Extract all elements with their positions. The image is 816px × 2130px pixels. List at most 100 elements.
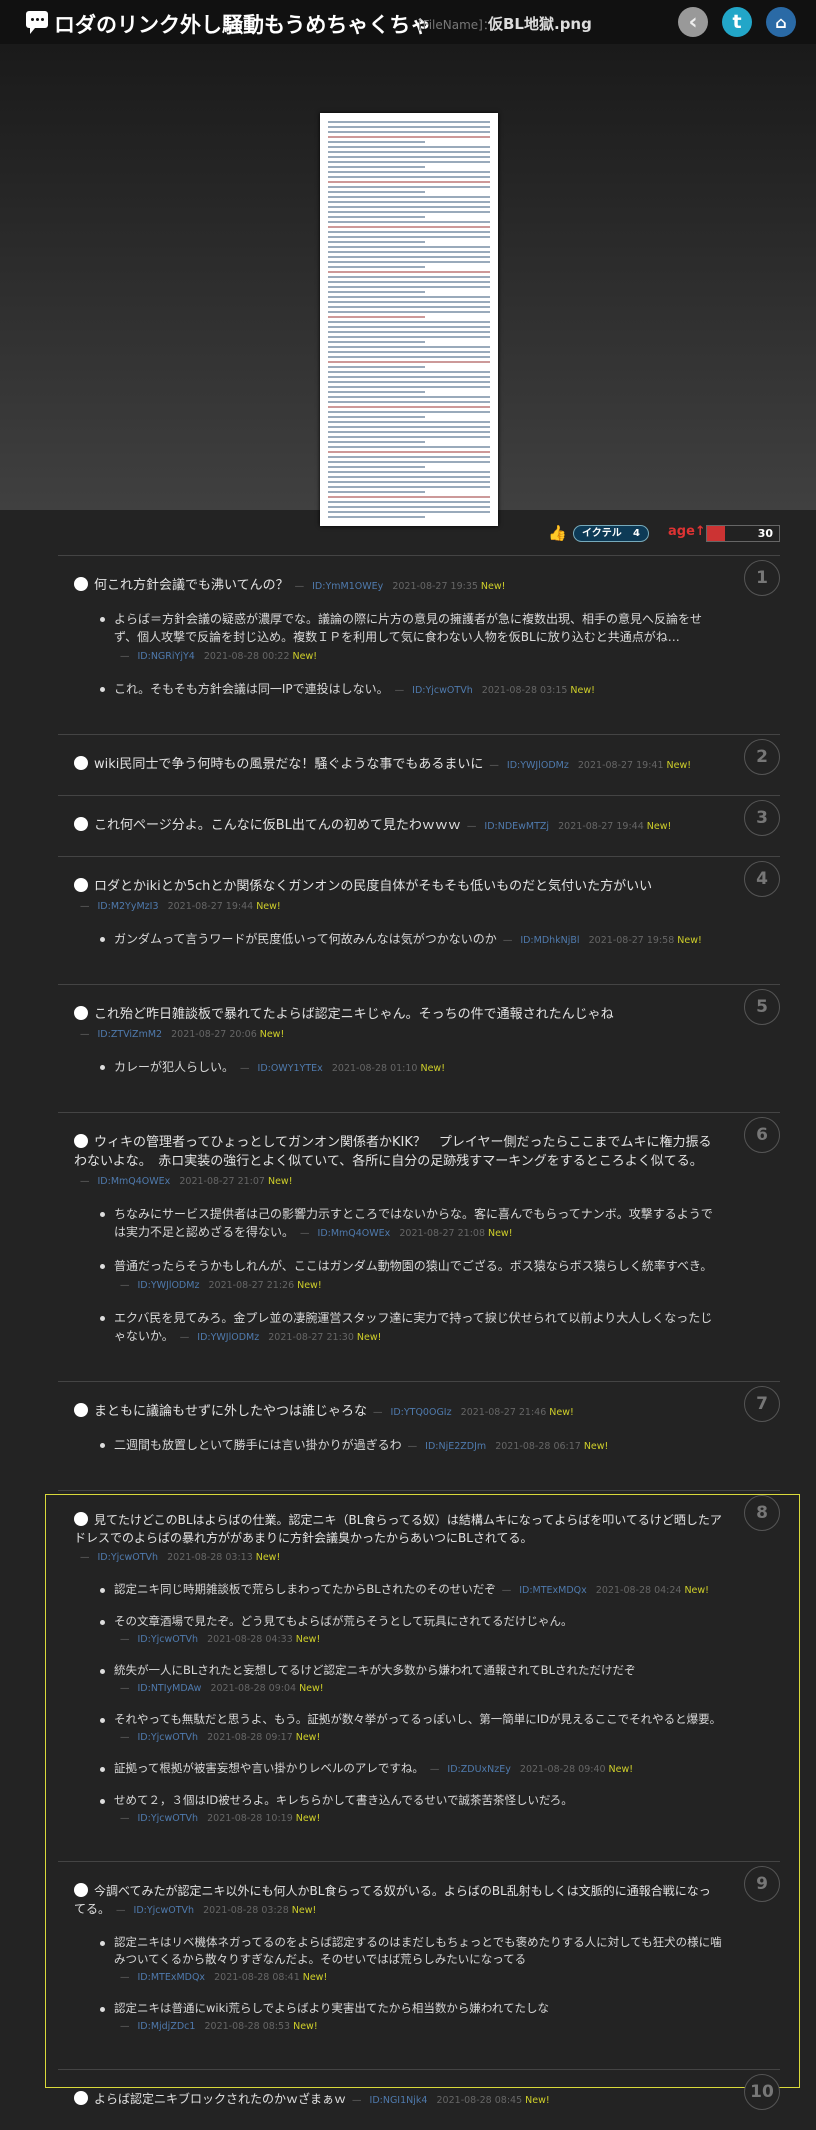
reply-item: カレーが犯人らしい。 — ID:OWY1YTEx 2021-08-28 01:10 N… [100,1058,722,1078]
post-number[interactable]: 10 [744,2074,780,2110]
post-number[interactable]: 7 [744,1386,780,1422]
reply-id[interactable]: ID:YjcwOTVh [412,685,473,696]
post-number[interactable]: 3 [744,800,780,836]
reply-id[interactable]: ID:YjcwOTVh [138,1634,199,1645]
post-id[interactable]: ID:YTQ0OGIz [391,1407,452,1418]
reply-id[interactable]: ID:OWY1YTEx [258,1063,323,1074]
post-text: ウィキの管理者ってひょっとしてガンオン関係者かKIK？ プレイヤー側だったらここ… [74,1135,712,1169]
reply-id[interactable]: ID:NTIyMDAw [138,1683,202,1694]
new-badge: New! [291,1905,317,1916]
reply-meta: — ID:MDhkNjBl 2021-08-27 19:58 New! [502,935,702,946]
reply-id[interactable]: ID:NjE2ZDJm [425,1441,486,1452]
reply-id[interactable]: ID:MmQ4OWEx [318,1228,391,1239]
reply-id[interactable]: ID:MTExMDQx [519,1585,587,1596]
reply-id[interactable]: ID:YWJlODMz [197,1332,259,1343]
post-number[interactable]: 6 [744,1117,780,1153]
post-date: 2021-08-28 08:45 [436,2095,523,2106]
reply-list: ガンダムって言うワードが民度低いって何故みんなは気がつかないのか — ID:MDhk… [74,930,722,950]
post-number[interactable]: 5 [744,989,780,1025]
reply-id[interactable]: ID:YjcwOTVh [138,1732,199,1743]
reply-text: せめて２，３個はID被せろよ。キレちらかして書き込んでるせいで誠茶苦茶怪しいだろ… [114,1793,573,1807]
post-id[interactable]: ID:YmM1OWEy [312,581,383,592]
reply-meta: — ID:NTIyMDAw 2021-08-28 09:04 New! [120,1683,324,1694]
reply-item: よらば＝方針会議の疑惑が濃厚でな。議論の際に片方の意見の擁護者が急に複数出現、相… [100,610,722,666]
age-meter: 30 [706,525,780,542]
post-date: 2021-08-27 21:46 [460,1407,547,1418]
post: 5 これ殆ど昨日雑談板で暴れてたよらば認定ニキじゃん。そっちの件で通報されたんじゃ… [58,984,780,1112]
reply-text: その文章酒場で見たぞ。どう見てもよらばが荒らそうとして玩具にされてるだけじゃん。 [114,1614,573,1628]
post-id[interactable]: ID:NGI1Njk4 [370,2095,428,2106]
ikuteru-button[interactable]: イクテル 4 [573,525,649,542]
post-body: wiki民同士で争う何時もの風景だな！騒ぐような事でもあるまいに — ID:YWJl… [74,755,722,775]
reply-id[interactable]: ID:NGRiYjY4 [138,651,195,662]
post-body: よらば認定ニキブロックされたのかｗざまぁｗ — ID:NGI1Njk4 2021-0… [74,2090,722,2110]
reply-item: 二週間も放置しといて勝手には言い掛かりが過ぎるわ — ID:NjE2ZDJm 202… [100,1436,722,1456]
post-meta: — ID:NDEwMTZj 2021-08-27 19:44 New! [466,821,672,832]
reply-id[interactable]: ID:MTExMDQx [138,1972,206,1983]
reply-date: 2021-08-28 04:33 [207,1634,293,1645]
new-badge: New! [302,1972,328,1983]
post-body: 見てたけどこのBLはよらばの仕業。認定ニキ（BL食らってる奴）は結構ムキになって… [74,1511,722,1567]
reply-id[interactable]: ID:YjcwOTVh [138,1813,199,1824]
post-meta: — ID:YmM1OWEy 2021-08-27 19:35 New! [294,581,506,592]
post-meta: — ID:M2YyMzI3 2021-08-27 19:44 New! [80,901,281,912]
age-button[interactable]: age↑ [668,524,706,539]
reply-date: 2021-08-27 21:26 [208,1280,295,1291]
age-meter-fill [707,526,725,541]
reply-meta: — ID:YjcwOTVh 2021-08-28 04:33 New! [120,1634,321,1645]
home-icon[interactable]: ⌂ [766,7,796,37]
ikuteru-count: 4 [633,528,640,539]
reply-meta: — ID:OWY1YTEx 2021-08-28 01:10 New! [240,1063,445,1074]
post-date: 2021-08-27 19:44 [558,821,644,832]
reply-text: 認定ニキはリベ機体ネガってるのをよらば認定するのはまだしもちょっとでも褒めたりす… [114,1935,722,1966]
post-id[interactable]: ID:M2YyMzI3 [98,901,159,912]
post-date: 2021-08-27 21:07 [179,1176,265,1187]
new-badge: New! [293,2021,318,2032]
reply-item: これ。そもそも方針会議は同一IPで連投はしない。 — ID:YjcwOTVh 202… [100,680,722,700]
reply-id[interactable]: ID:MjdjZDc1 [138,2021,196,2032]
post-id[interactable]: ID:YWJlODMz [507,760,569,771]
post-id[interactable]: ID:ZTViZmM2 [98,1029,163,1040]
post-number[interactable]: 2 [744,739,780,775]
post-body: 何これ方針会議でも沸いてんの？ — ID:YmM1OWEy 2021-08-27 1… [74,576,722,596]
post: 3 これ何ページ分よ。こんなに仮BL出てんの初めて見たわｗｗｗ — ID:NDEwMT… [58,795,780,856]
post-id[interactable]: ID:MmQ4OWEx [98,1176,171,1187]
reply-list: よらば＝方針会議の疑惑が濃厚でな。議論の際に片方の意見の擁護者が急に複数出現、相… [74,610,722,700]
post: 2 wiki民同士で争う何時もの風景だな！騒ぐような事でもあるまいに — ID:YWJ… [58,734,780,795]
new-badge: New! [487,1228,513,1239]
reply-id[interactable]: ID:YWJlODMz [138,1280,200,1291]
new-badge: New! [549,1407,574,1418]
post-number[interactable]: 4 [744,861,780,897]
image-thumbnail[interactable] [320,113,498,526]
thumbs-up-icon[interactable]: 👍 [548,524,567,542]
new-badge: New! [608,1764,634,1775]
post-number[interactable]: 1 [744,560,780,596]
filename: 仮BL地獄.png [488,15,592,33]
reply-id[interactable]: ID:ZDUxNzEy [447,1764,510,1775]
post-text: まともに議論もせずに外したやつは誰じゃろな [94,1404,368,1419]
post-body: これ何ページ分よ。こんなに仮BL出てんの初めて見たわｗｗｗ — ID:NDEwMTZ… [74,816,722,836]
reply-id[interactable]: ID:MDhkNjBl [520,935,579,946]
post-number[interactable]: 8 [744,1495,780,1531]
post-id[interactable]: ID:YjcwOTVh [98,1552,159,1563]
post-date: 2021-08-28 03:13 [167,1552,253,1563]
back-arrow-icon[interactable]: ‹ [678,7,708,37]
post-meta: — ID:YWJlODMz 2021-08-27 19:41 New! [489,760,692,771]
reply-date: 2021-08-28 09:04 [210,1683,297,1694]
post-id[interactable]: ID:NDEwMTZj [484,821,549,832]
post-text: 見てたけどこのBLはよらばの仕業。認定ニキ（BL食らってる奴）は結構ムキになって… [74,1513,722,1545]
post-date: 2021-08-27 19:41 [577,760,664,771]
twitter-icon[interactable]: t [722,7,752,37]
reply-item: せめて２，３個はID被せろよ。キレちらかして書き込んでるせいで誠茶苦茶怪しいだろ… [100,1792,722,1827]
image-viewer [0,44,816,526]
reply-meta: — ID:MTExMDQx 2021-08-28 08:41 New! [120,1972,328,1983]
new-badge: New! [255,1552,281,1563]
reply-meta: — ID:YjcwOTVh 2021-08-28 09:17 New! [120,1732,321,1743]
post-body: ロダとかikiとか5chとか関係なくガンオンの民度自体がそもそも低いものだと気付… [74,877,722,916]
reply-text: 普通だったらそうかもしれんが、ここはガンダム動物園の猿山でござる。ボス猿ならボス… [114,1259,713,1273]
reply-item: 普通だったらそうかもしれんが、ここはガンダム動物園の猿山でござる。ボス猿ならボス… [100,1257,722,1295]
post-meta: — ID:ZTViZmM2 2021-08-27 20:06 New! [80,1029,285,1040]
post-number[interactable]: 9 [744,1866,780,1902]
reply-date: 2021-08-28 00:22 [203,651,290,662]
post-id[interactable]: ID:YjcwOTVh [134,1905,195,1916]
